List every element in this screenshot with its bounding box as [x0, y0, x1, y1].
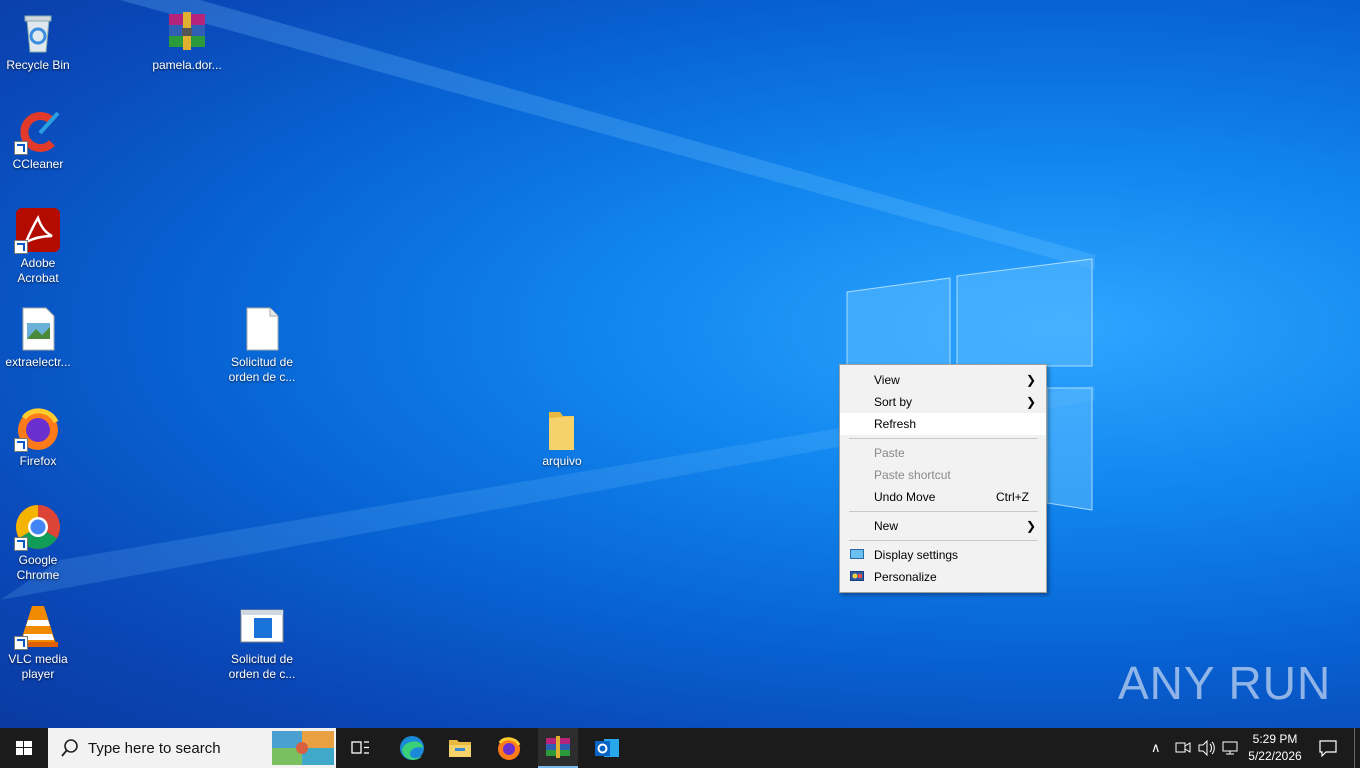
menu-item-label: Paste [874, 446, 905, 460]
file-explorer-icon [449, 740, 471, 757]
icon-label: Recycle Bin [6, 58, 70, 72]
menu-item-label: Refresh [874, 417, 917, 431]
desktop-icon-solicitud-1[interactable]: Solicitud de orden de c... [224, 299, 300, 385]
chevron-right-icon: ❯ [1025, 519, 1036, 533]
search-placeholder: Type here to search [88, 740, 221, 757]
taskbar-file-explorer-button[interactable] [440, 728, 480, 768]
shortcut-arrow-icon [14, 537, 28, 551]
edge-icon [400, 736, 424, 760]
menu-item-refresh[interactable]: Refresh [840, 413, 1046, 435]
menu-separator [849, 511, 1038, 512]
icon-label: Firefox [19, 454, 57, 468]
winrar-icon [546, 736, 570, 758]
blank-file-icon [238, 305, 286, 353]
menu-item-paste-shortcut[interactable]: Paste shortcut [840, 464, 1046, 486]
firefox-icon [14, 404, 62, 452]
taskbar-clock[interactable]: 5:29 PM 5/22/2026 [1238, 731, 1312, 765]
menu-separator [849, 540, 1038, 541]
menu-item-label: New [874, 519, 899, 533]
chevron-right-icon: ❯ [1025, 395, 1036, 409]
recycle-bin-icon [14, 8, 62, 56]
menu-item-label: Paste shortcut [874, 468, 951, 482]
image-file-icon [14, 305, 62, 353]
menu-item-undo-move[interactable]: Undo Move Ctrl+Z [840, 486, 1046, 508]
taskbar-outlook-button[interactable] [587, 728, 627, 768]
firefox-icon [498, 737, 521, 760]
volume-icon[interactable] [1198, 740, 1216, 756]
menu-item-view[interactable]: View ❯ [840, 369, 1046, 391]
clock-date: 5/22/2026 [1248, 749, 1302, 763]
desktop-icon-recycle-bin[interactable]: Recycle Bin [0, 2, 76, 73]
personalize-icon [850, 571, 864, 581]
winrar-archive-icon [163, 8, 211, 56]
icon-label: Google Chrome [16, 553, 60, 582]
icon-label: extraelectr... [5, 355, 71, 369]
taskbar-winrar-button[interactable] [538, 728, 578, 768]
chrome-icon [14, 503, 62, 551]
menu-item-display-settings[interactable]: Display settings [840, 544, 1046, 566]
icon-label: Solicitud de orden de c... [228, 355, 296, 384]
windows-logo-icon [16, 741, 32, 755]
desktop-icon-extraelectr[interactable]: extraelectr... [0, 299, 76, 370]
desktop[interactable]: Recycle Bin pamela.dor... CCleaner Adobe… [0, 0, 1360, 728]
anyrun-watermark: ANY RUN [1118, 656, 1331, 720]
menu-item-personalize[interactable]: Personalize [840, 566, 1046, 588]
folder-icon [538, 404, 586, 452]
menu-item-label: Display settings [874, 548, 959, 562]
icon-label: VLC media player [8, 652, 68, 681]
icon-label: Solicitud de orden de c... [228, 652, 296, 681]
taskbar-search-box[interactable]: Type here to search [48, 728, 336, 768]
icon-label: pamela.dor... [152, 58, 222, 72]
menu-item-paste[interactable]: Paste [840, 442, 1046, 464]
menu-separator [849, 438, 1038, 439]
shortcut-arrow-icon [14, 141, 28, 155]
menu-item-shortcut: Ctrl+Z [996, 490, 1029, 504]
desktop-icon-solicitud-2[interactable]: Solicitud de orden de c... [224, 596, 300, 682]
menu-item-new[interactable]: New ❯ [840, 515, 1046, 537]
icon-label: Adobe Acrobat [17, 256, 59, 285]
taskbar-firefox-button[interactable] [489, 728, 529, 768]
shortcut-arrow-icon [14, 636, 28, 650]
adobe-acrobat-icon [14, 206, 62, 254]
icon-label: CCleaner [12, 157, 64, 171]
watermark-text: ANY RUN [1118, 657, 1332, 709]
desktop-context-menu: View ❯ Sort by ❯ Refresh Paste Paste sho… [839, 364, 1047, 593]
desktop-icon-arquivo[interactable]: arquivo [524, 398, 600, 469]
chevron-right-icon: ❯ [1025, 373, 1036, 387]
menu-item-sort-by[interactable]: Sort by ❯ [840, 391, 1046, 413]
desktop-icon-firefox[interactable]: Firefox [0, 398, 76, 469]
desktop-icon-vlc[interactable]: VLC media player [0, 596, 76, 682]
menu-item-label: View [874, 373, 900, 387]
task-view-button[interactable] [342, 728, 378, 768]
icon-label: arquivo [542, 454, 582, 468]
desktop-icon-adobe-acrobat[interactable]: Adobe Acrobat [0, 200, 76, 286]
application-window-icon [238, 602, 286, 650]
taskbar: Type here to search ∧ 5:29 PM 5/22/2026 [0, 728, 1360, 768]
show-hidden-icons-chevron-icon[interactable]: ∧ [1151, 740, 1161, 756]
desktop-icon-ccleaner[interactable]: CCleaner [0, 101, 76, 172]
start-button[interactable] [0, 728, 48, 768]
ccleaner-icon [14, 107, 62, 155]
menu-item-label: Undo Move [874, 490, 936, 504]
task-view-icon [351, 741, 369, 754]
shortcut-arrow-icon [14, 438, 28, 452]
clock-time: 5:29 PM [1252, 732, 1298, 746]
notification-center-icon[interactable] [1318, 739, 1338, 757]
display-settings-icon [850, 549, 864, 559]
desktop-icon-google-chrome[interactable]: Google Chrome [0, 497, 76, 583]
search-icon [61, 739, 78, 757]
menu-item-label: Sort by [874, 395, 913, 409]
outlook-icon [595, 739, 619, 757]
search-highlight-puzzle-icon [272, 731, 334, 765]
vlc-icon [14, 602, 62, 650]
desktop-icon-pamela-archive[interactable]: pamela.dor... [149, 2, 225, 73]
menu-item-label: Personalize [874, 570, 937, 584]
meet-now-icon[interactable] [1175, 740, 1191, 756]
shortcut-arrow-icon [14, 240, 28, 254]
show-desktop-button[interactable] [1354, 728, 1355, 768]
taskbar-edge-button[interactable] [392, 728, 432, 768]
wallpaper [0, 0, 1095, 600]
